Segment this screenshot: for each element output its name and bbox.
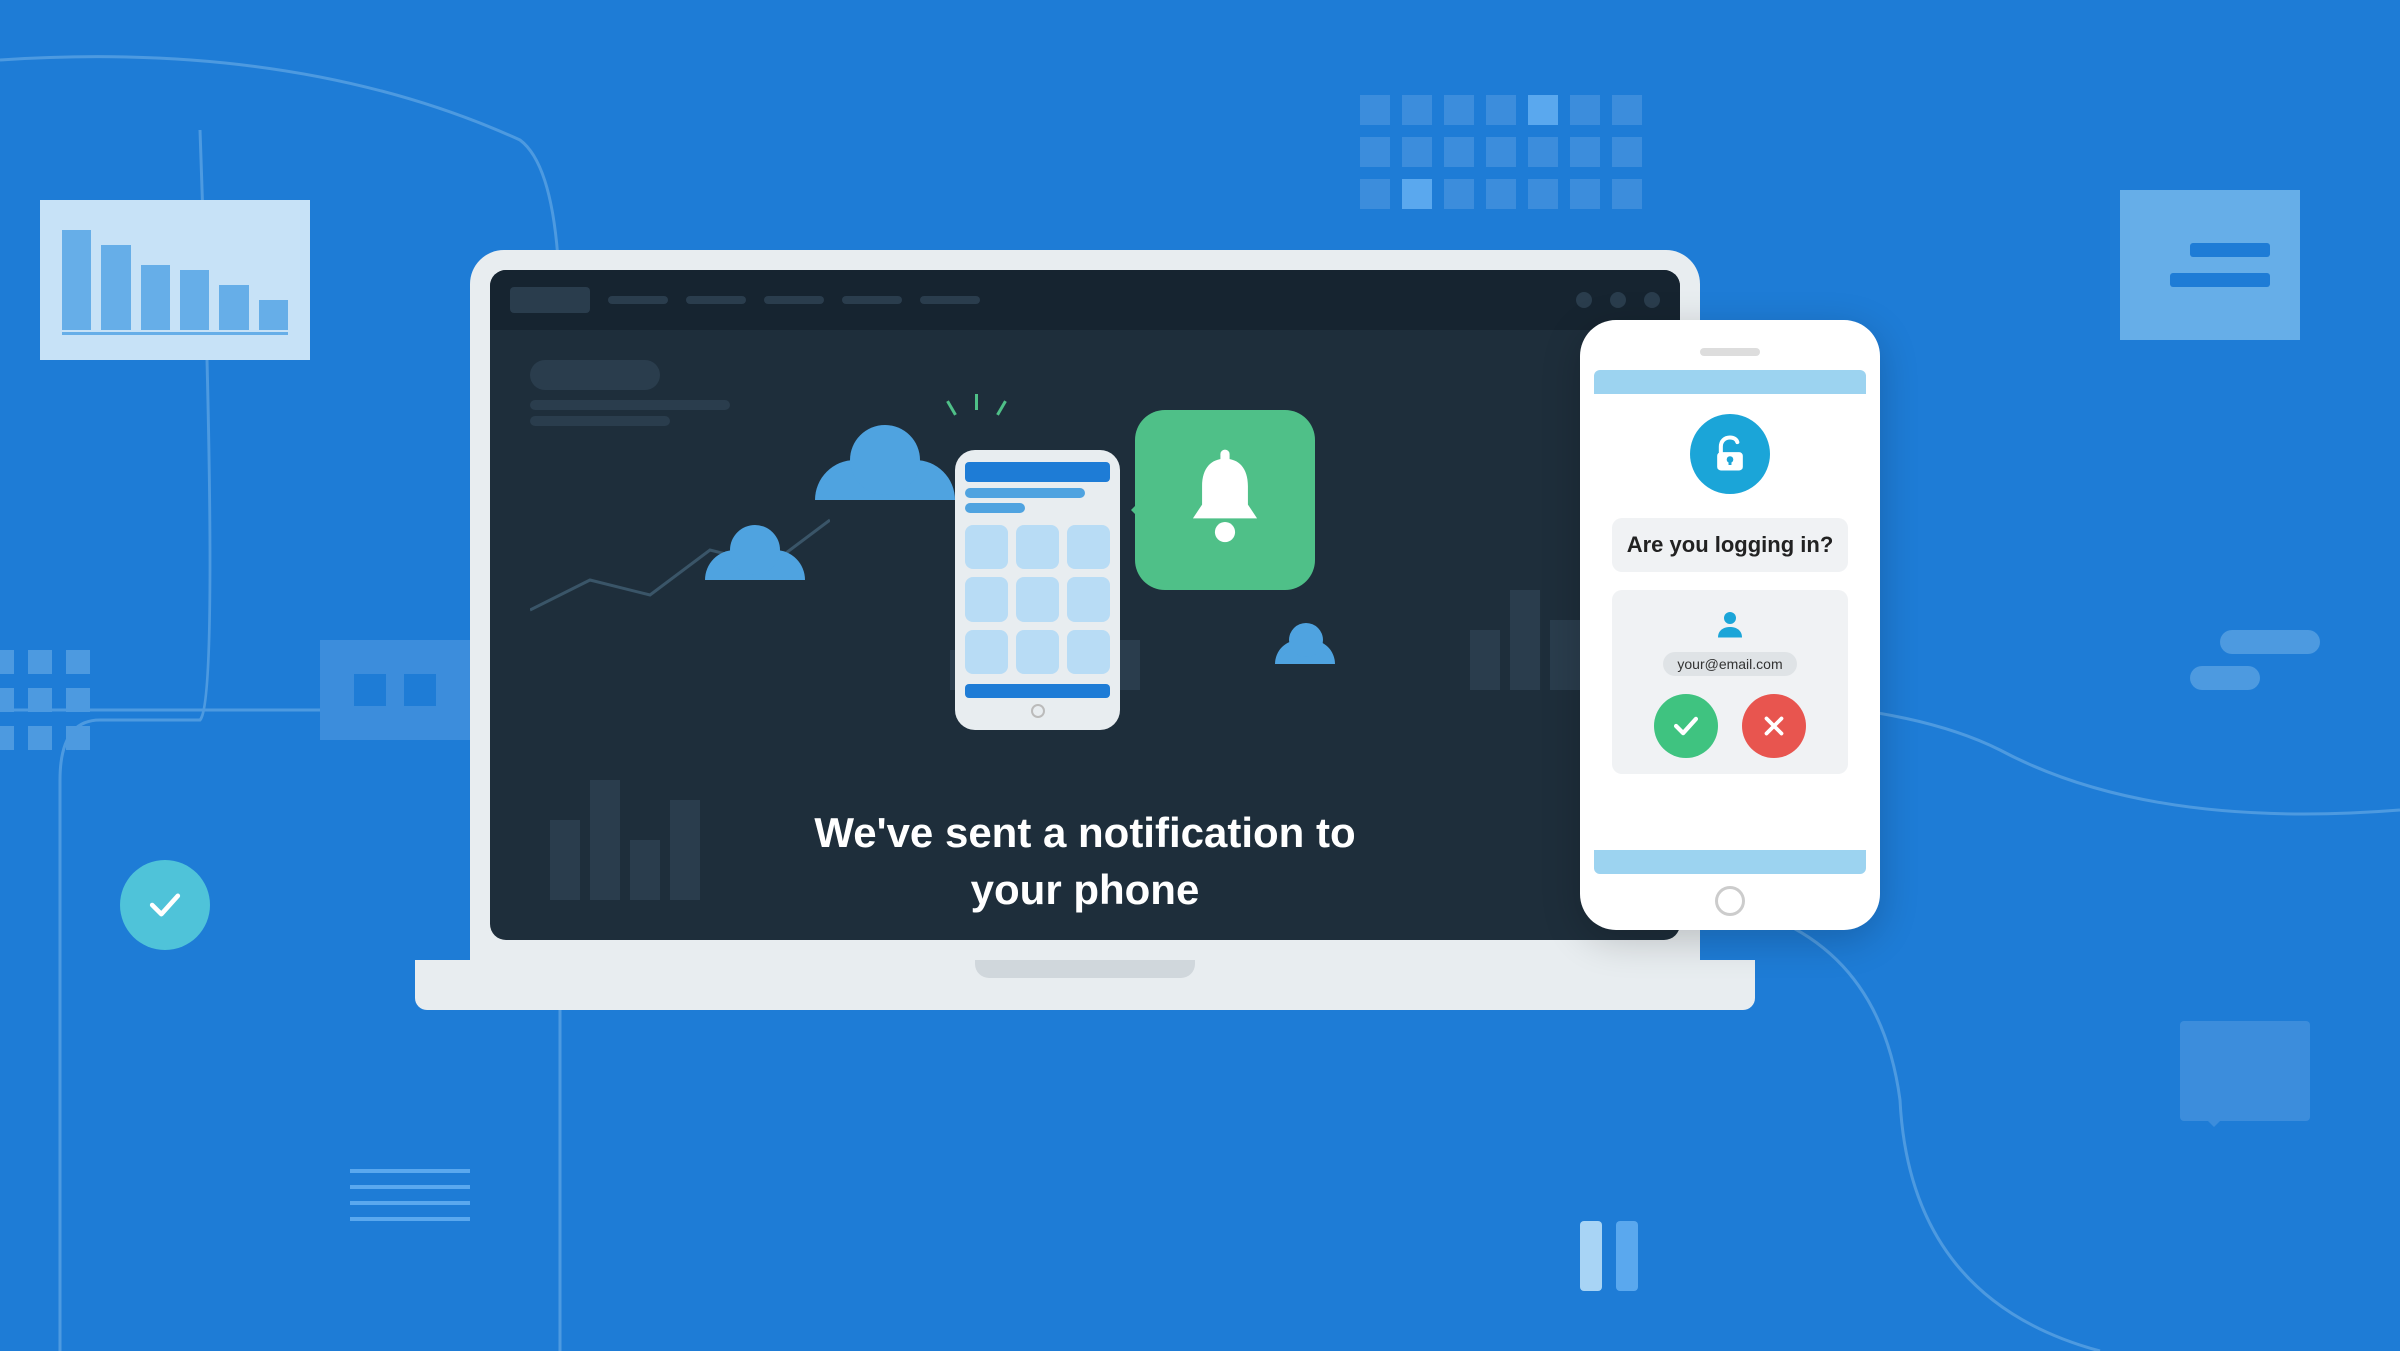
dashboard-header [490, 270, 1680, 330]
dot-grid [0, 650, 90, 750]
chat-bubble-icon [2180, 1021, 2310, 1121]
pixel-grid [1360, 95, 1642, 209]
bell-icon [1170, 445, 1280, 555]
email-label: your@email.com [1663, 652, 1796, 676]
text-lines-card [2120, 190, 2300, 340]
two-square-card [320, 640, 470, 740]
checkmark-badge [120, 860, 210, 950]
phone-mockup: Are you logging in? your@email.com [1580, 320, 1880, 930]
login-prompt: Are you logging in? [1612, 518, 1848, 572]
mini-bar-chart [40, 200, 310, 360]
approve-button[interactable] [1654, 694, 1718, 758]
cloud-icon [1275, 640, 1335, 664]
pill-shapes [2220, 630, 2320, 690]
phone-home-button [1715, 886, 1745, 916]
mini-phone-illustration [955, 450, 1120, 730]
user-icon [1712, 606, 1748, 642]
horizontal-lines [350, 1169, 470, 1221]
user-card: your@email.com [1612, 590, 1848, 774]
two-bars [1580, 1221, 1638, 1291]
cross-icon [1759, 711, 1789, 741]
check-icon [1669, 709, 1703, 743]
notification-message: We've sent a notification to your phone [490, 805, 1680, 918]
check-icon [143, 883, 187, 927]
cloud-icon [815, 460, 955, 500]
bell-notification [1135, 410, 1315, 590]
deny-button[interactable] [1742, 694, 1806, 758]
laptop: We've sent a notification to your phone [470, 250, 1700, 1040]
laptop-screen: We've sent a notification to your phone [490, 270, 1680, 940]
notification-illustration [845, 400, 1325, 760]
unlock-icon [1690, 414, 1770, 494]
cloud-icon [705, 550, 805, 580]
